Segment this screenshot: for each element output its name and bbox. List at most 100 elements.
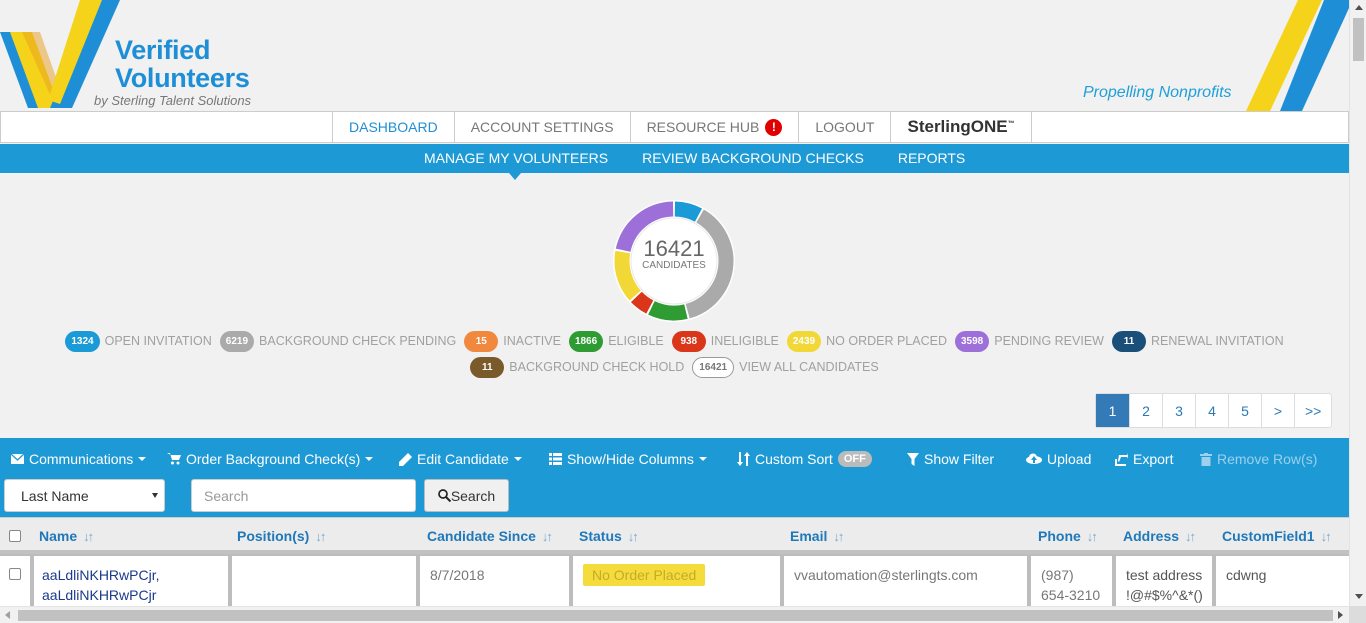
legend-count-badge: 11 bbox=[1111, 330, 1146, 352]
legend-label: ELIGIBLE bbox=[608, 334, 664, 348]
vertical-scroll-thumb[interactable] bbox=[1353, 18, 1364, 61]
sort-state-badge[interactable]: OFF bbox=[837, 451, 872, 467]
tab-reports[interactable]: REPORTS bbox=[881, 144, 982, 173]
remove-rows-button[interactable]: Remove Row(s) bbox=[1200, 451, 1317, 467]
communications-menu[interactable]: Communications bbox=[11, 451, 147, 467]
nav-resource-hub[interactable]: RESOURCE HUB ! bbox=[629, 112, 799, 142]
search-button[interactable]: Search bbox=[424, 479, 509, 512]
legend-label: INACTIVE bbox=[503, 334, 561, 348]
page-button[interactable]: >> bbox=[1294, 394, 1331, 427]
trash-icon bbox=[1200, 452, 1212, 466]
donut-slice-open-invitation[interactable] bbox=[674, 201, 703, 222]
nav-logout[interactable]: LOGOUT bbox=[798, 112, 890, 142]
cloud-upload-icon bbox=[1026, 453, 1042, 464]
cart-icon bbox=[167, 453, 181, 465]
scroll-down-arrow-icon[interactable] bbox=[1355, 594, 1363, 599]
legend-item-eligible[interactable]: 1866 ELIGIBLE bbox=[568, 330, 664, 352]
brand-subtitle: by Sterling Talent Solutions bbox=[94, 93, 252, 108]
cell-name[interactable]: aaLdliNKHRwPCjr, aaLdliNKHRwPCjr bbox=[34, 556, 228, 606]
sort-icon bbox=[737, 452, 750, 466]
tab-review-background-checks[interactable]: REVIEW BACKGROUND CHECKS bbox=[625, 144, 881, 173]
candidates-table: Name ↓↑ Position(s) ↓↑ Candidate Since ↓↑ S… bbox=[0, 517, 1349, 606]
search-input[interactable] bbox=[191, 479, 416, 512]
donut-slice-ineligible[interactable] bbox=[630, 291, 654, 314]
edit-candidate-menu[interactable]: Edit Candidate bbox=[399, 451, 522, 467]
sort-icon: ↓↑ bbox=[541, 529, 553, 544]
nav-sterling-one[interactable]: SterlingONE™ bbox=[890, 112, 1032, 142]
legend-count-badge: 15 bbox=[464, 330, 499, 352]
cell-customfield1: cdwng bbox=[1216, 556, 1349, 606]
legend-item-no-order-placed[interactable]: 2439 NO ORDER PLACED bbox=[786, 330, 947, 352]
legend-item-background-check-pending[interactable]: 6219 BACKGROUND CHECK PENDING bbox=[219, 330, 456, 352]
legend-label: NO ORDER PLACED bbox=[826, 334, 947, 348]
export-button[interactable]: Export bbox=[1115, 451, 1173, 467]
legend-item-pending-review[interactable]: 3598 PENDING REVIEW bbox=[954, 330, 1104, 352]
column-header-phone[interactable]: Phone ↓↑ bbox=[1038, 528, 1098, 544]
show-filter-button[interactable]: Show Filter bbox=[907, 451, 994, 467]
verified-volunteers-logo-mark bbox=[0, 0, 120, 108]
search-icon bbox=[437, 489, 451, 502]
cell-phone: (987) 654-3210 bbox=[1031, 556, 1112, 606]
vertical-scrollbar[interactable] bbox=[1349, 0, 1366, 606]
columns-icon bbox=[549, 453, 562, 465]
candidates-label: CANDIDATES bbox=[642, 260, 706, 271]
show-hide-columns-menu[interactable]: Show/Hide Columns bbox=[549, 451, 707, 467]
status-badge: No Order Placed bbox=[583, 564, 706, 586]
pencil-icon bbox=[399, 452, 412, 466]
legend-item-inactive[interactable]: 15 INACTIVE bbox=[464, 330, 561, 352]
page-button[interactable]: 4 bbox=[1195, 394, 1228, 427]
upload-button[interactable]: Upload bbox=[1026, 451, 1091, 467]
sort-icon: ↓↑ bbox=[1086, 529, 1098, 544]
scroll-up-arrow-icon[interactable] bbox=[1355, 5, 1363, 10]
legend-item-open-invitation[interactable]: 1324 OPEN INVITATION bbox=[65, 330, 212, 352]
column-header-name[interactable]: Name ↓↑ bbox=[39, 528, 94, 544]
top-navigation: DASHBOARD ACCOUNT SETTINGS RESOURCE HUB … bbox=[0, 111, 1349, 143]
table-header: Name ↓↑ Position(s) ↓↑ Candidate Since ↓↑ S… bbox=[0, 517, 1349, 554]
column-header-status[interactable]: Status ↓↑ bbox=[579, 528, 639, 544]
page-button[interactable]: 3 bbox=[1162, 394, 1195, 427]
filter-icon bbox=[907, 452, 919, 466]
row-checkbox[interactable] bbox=[9, 568, 21, 580]
candidates-total: 16421 bbox=[643, 236, 705, 261]
column-header-address[interactable]: Address ↓↑ bbox=[1123, 528, 1196, 544]
column-header-candidate-since[interactable]: Candidate Since ↓↑ bbox=[427, 528, 553, 544]
column-header-customfield1[interactable]: CustomField1 ↓↑ bbox=[1222, 528, 1332, 544]
cell-positions bbox=[232, 556, 416, 606]
cell-candidate-since: 8/7/2018 bbox=[420, 556, 569, 606]
legend-label: VIEW ALL CANDIDATES bbox=[739, 360, 879, 374]
envelope-icon bbox=[11, 454, 24, 464]
brand-stripes-decoration bbox=[1246, 0, 1349, 111]
caret-down-icon bbox=[365, 457, 374, 461]
caret-down-icon bbox=[138, 457, 147, 461]
nav-dashboard[interactable]: DASHBOARD bbox=[332, 112, 454, 142]
donut-slice-eligible[interactable] bbox=[648, 300, 688, 321]
sort-icon: ↓↑ bbox=[83, 529, 94, 544]
custom-sort-toggle[interactable]: Custom Sort OFF bbox=[737, 451, 872, 467]
legend-item-ineligible[interactable]: 938 INELIGIBLE bbox=[671, 330, 779, 352]
page-button[interactable]: 1 bbox=[1096, 394, 1129, 427]
page-button[interactable]: 2 bbox=[1129, 394, 1162, 427]
page-button[interactable]: > bbox=[1261, 394, 1294, 427]
legend-count-badge: 2439 bbox=[786, 330, 822, 352]
legend-item-background-check-hold[interactable]: 11 BACKGROUND CHECK HOLD bbox=[470, 356, 684, 378]
page-button[interactable]: 5 bbox=[1228, 394, 1261, 427]
column-header-email[interactable]: Email ↓↑ bbox=[790, 528, 844, 544]
sort-icon: ↓↑ bbox=[1320, 529, 1332, 544]
legend-count-badge: 6219 bbox=[219, 330, 255, 352]
row-select-cell bbox=[0, 556, 30, 606]
scroll-right-arrow-icon[interactable] bbox=[1338, 611, 1343, 619]
brand-title[interactable]: Verified Volunteers bbox=[115, 36, 250, 92]
horizontal-scrollbar[interactable] bbox=[0, 606, 1349, 623]
select-all-checkbox[interactable] bbox=[9, 530, 21, 542]
column-header-positions[interactable]: Position(s) ↓↑ bbox=[237, 528, 326, 544]
legend-count-badge: 11 bbox=[470, 356, 505, 378]
legend-count-badge: 1866 bbox=[568, 330, 604, 352]
horizontal-scroll-thumb[interactable] bbox=[18, 610, 1333, 621]
legend-item-view-all-candidates[interactable]: 16421 VIEW ALL CANDIDATES bbox=[692, 356, 879, 378]
order-background-check-menu[interactable]: Order Background Check(s) bbox=[167, 451, 374, 467]
tab-manage-volunteers[interactable]: MANAGE MY VOLUNTEERS bbox=[407, 144, 625, 180]
nav-account-settings[interactable]: ACCOUNT SETTINGS bbox=[453, 112, 630, 142]
legend-item-renewal-invitation[interactable]: 11 RENEWAL INVITATION bbox=[1111, 330, 1284, 352]
scroll-left-arrow-icon[interactable] bbox=[5, 611, 10, 619]
search-field-select[interactable]: Last Name bbox=[4, 479, 165, 512]
